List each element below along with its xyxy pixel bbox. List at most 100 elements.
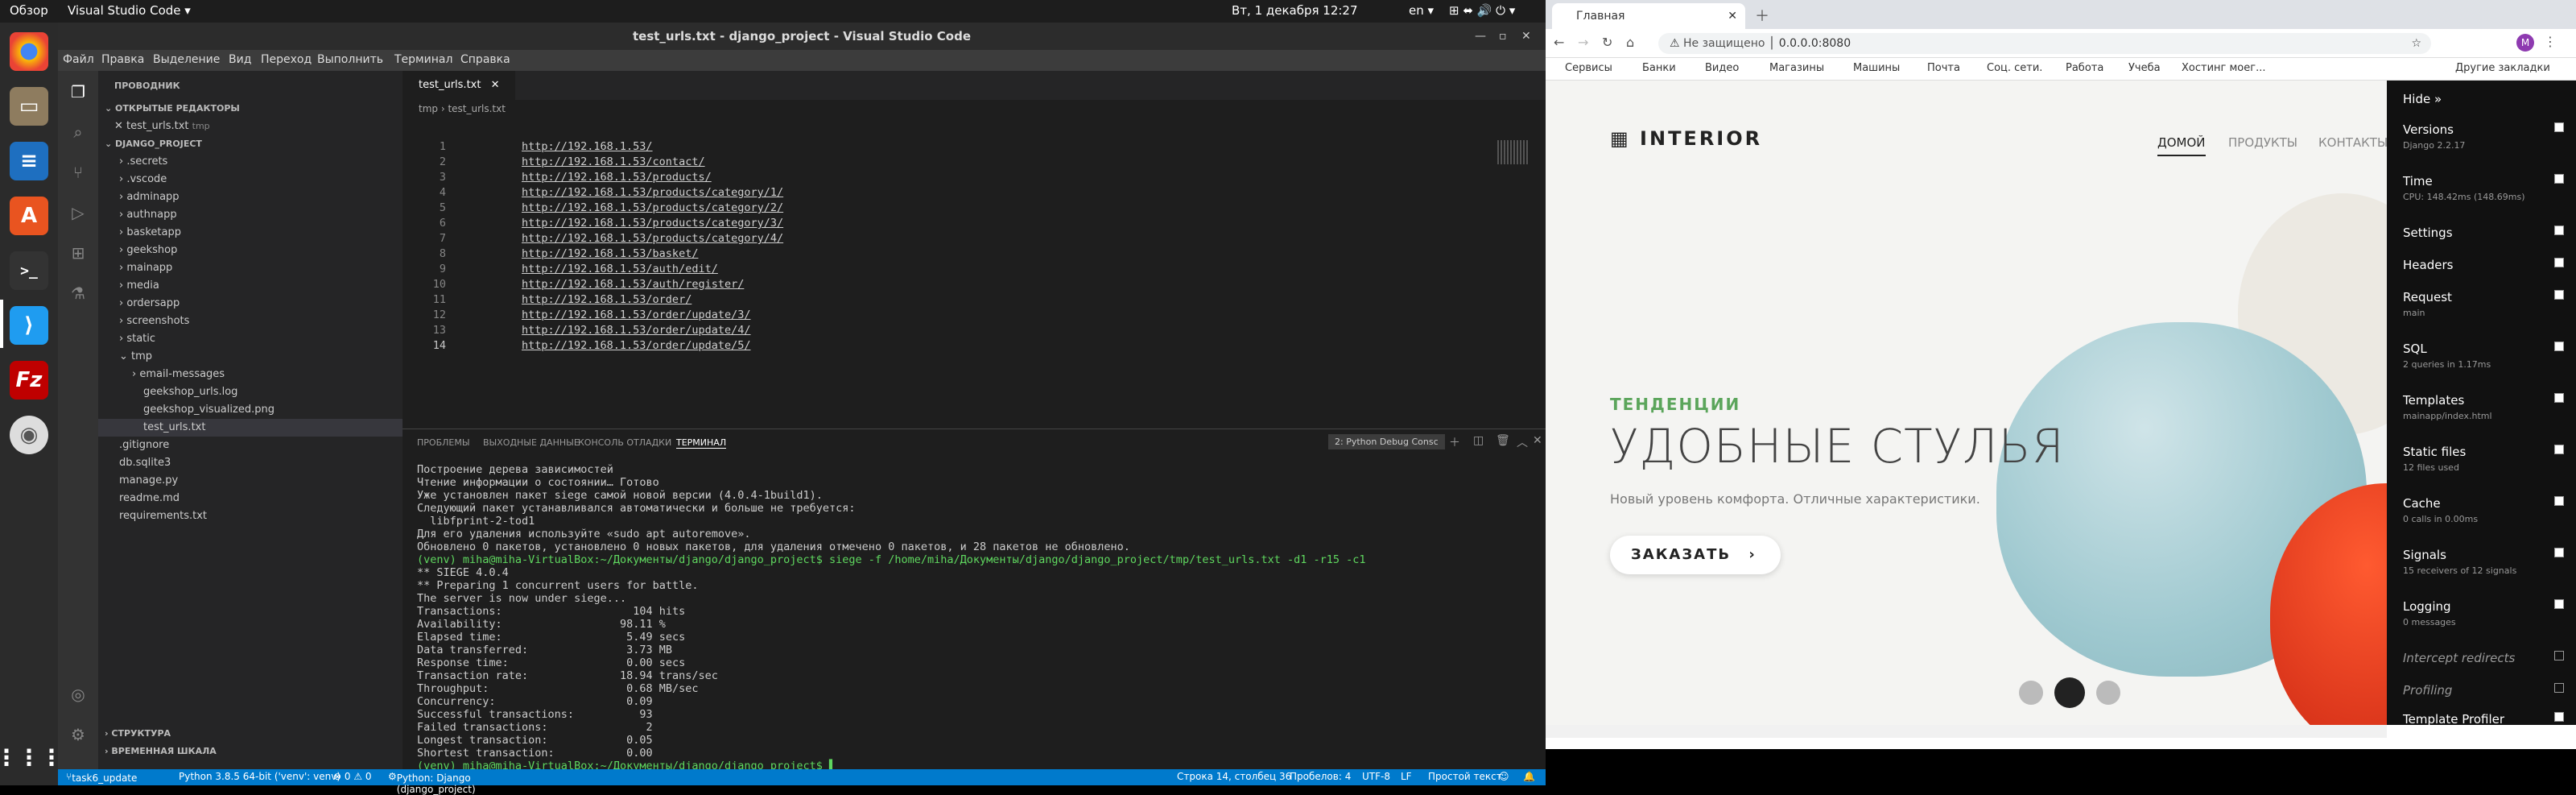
- libreoffice-writer-icon[interactable]: ≡: [10, 142, 48, 180]
- djdt-panel-signals[interactable]: Signals 15 receivers of 12 signals: [2403, 548, 2564, 576]
- djdt-panel-sql[interactable]: SQL 2 queries in 1.17ms: [2403, 342, 2564, 370]
- tree-item[interactable]: › email-messages: [132, 366, 436, 383]
- tree-item[interactable]: › .secrets: [119, 153, 423, 171]
- terminal-icon[interactable]: >_: [10, 251, 48, 290]
- tree-item[interactable]: › static: [119, 330, 423, 348]
- new-terminal-icon[interactable]: ＋: [1449, 434, 1460, 450]
- djdt-panel-headers[interactable]: Headers: [2403, 258, 2564, 272]
- tree-file-selected[interactable]: test_urls.txt: [98, 419, 402, 437]
- encoding[interactable]: UTF-8: [1362, 771, 1390, 782]
- tree-file[interactable]: manage.py: [119, 472, 423, 490]
- tree-item[interactable]: › mainapp: [119, 259, 423, 277]
- cursor-position[interactable]: Строка 14, столбец 36: [1177, 771, 1291, 782]
- code-line[interactable]: http://192.168.1.53/products/category/3/: [522, 217, 783, 230]
- code-line[interactable]: http://192.168.1.53/products/: [522, 171, 712, 184]
- bookmark-item[interactable]: Банки: [1642, 62, 1676, 74]
- menu-terminal[interactable]: Терминал: [394, 53, 452, 66]
- tree-folder-open[interactable]: ⌄ tmp: [119, 348, 423, 366]
- djdt-panel-templates[interactable]: Templates mainapp/index.html: [2403, 393, 2564, 421]
- menu-view[interactable]: Вид: [229, 53, 251, 66]
- djdt-checkbox[interactable]: [2554, 712, 2564, 722]
- djdt-hide-button[interactable]: Hide »: [2403, 92, 2564, 106]
- feedback-icon[interactable]: ☺: [1499, 771, 1509, 782]
- explorer-icon[interactable]: ❐: [68, 82, 88, 101]
- djdt-checkbox[interactable]: [2554, 174, 2564, 184]
- bookmark-item[interactable]: Магазины: [1769, 62, 1824, 74]
- clock[interactable]: Вт, 1 декабря 12:27: [1232, 3, 1358, 18]
- djdt-checkbox[interactable]: [2554, 122, 2564, 132]
- account-icon[interactable]: ◎: [68, 685, 88, 704]
- menu-go[interactable]: Переход: [261, 53, 312, 66]
- djdt-panel-logging[interactable]: Logging 0 messages: [2403, 599, 2564, 627]
- maximize-button[interactable]: ▫: [1499, 23, 1507, 50]
- software-center-icon[interactable]: A: [10, 197, 48, 235]
- tab-debug-console[interactable]: КОНСОЛЬ ОТЛАДКИ: [578, 437, 671, 448]
- menu-help[interactable]: Справка: [460, 53, 510, 66]
- tree-item[interactable]: › geekshop: [119, 242, 423, 259]
- djdt-checkbox[interactable]: [2554, 496, 2564, 506]
- close-panel-icon[interactable]: ✕: [1533, 434, 1542, 447]
- djdt-checkbox[interactable]: [2554, 393, 2564, 403]
- code-line[interactable]: http://192.168.1.53/auth/register/: [522, 278, 744, 291]
- djdt-checkbox[interactable]: [2554, 651, 2564, 660]
- project-section[interactable]: ⌄ DJANGO_PROJECT: [105, 135, 409, 153]
- djdt-panel-template-profiler[interactable]: Template Profiler: [2403, 712, 2564, 727]
- bookmark-item[interactable]: Учеба: [2128, 62, 2161, 74]
- djdt-checkbox[interactable]: [2554, 599, 2564, 609]
- djdt-panel-profiling[interactable]: Profiling: [2403, 683, 2564, 698]
- active-app-menu[interactable]: Visual Studio Code ▾: [68, 3, 191, 18]
- bookmark-item[interactable]: Хостинг моег...: [2182, 62, 2265, 74]
- tree-item[interactable]: › screenshots: [119, 313, 423, 330]
- code-line[interactable]: http://192.168.1.53/: [522, 140, 653, 153]
- avatar[interactable]: M: [2516, 34, 2534, 52]
- open-editor-item[interactable]: ✕ test_urls.txt tmp: [114, 118, 419, 135]
- djdt-panel-time[interactable]: Time CPU: 148.42ms (148.69ms): [2403, 174, 2564, 202]
- filezilla-icon[interactable]: Fz: [10, 361, 48, 400]
- terminal-output[interactable]: Построение дерева зависимостей Чтение инф…: [417, 463, 1366, 772]
- tree-item[interactable]: › basketapp: [119, 224, 423, 242]
- files-icon[interactable]: ▭: [10, 87, 48, 126]
- djdt-checkbox[interactable]: [2554, 548, 2564, 557]
- slider-dot-active[interactable]: [2054, 677, 2085, 708]
- trash-icon[interactable]: 🗑: [1496, 434, 1510, 447]
- slider-dot[interactable]: [2019, 681, 2043, 705]
- code-line[interactable]: http://192.168.1.53/auth/edit/: [522, 263, 718, 275]
- menu-run[interactable]: Выполнить: [317, 53, 383, 66]
- tab-problems[interactable]: ПРОБЛЕМЫ: [417, 437, 470, 448]
- bookmark-item[interactable]: Видео: [1705, 62, 1739, 74]
- bookmark-item[interactable]: Работа: [2066, 62, 2103, 74]
- slider-dot[interactable]: [2096, 681, 2120, 705]
- code-line[interactable]: http://192.168.1.53/order/update/5/: [522, 339, 750, 352]
- close-tab-icon[interactable]: ✕: [1728, 3, 1737, 29]
- system-tray[interactable]: ⊞ ⬌ 🔊 ⏻ ▾: [1449, 3, 1515, 18]
- nav-home[interactable]: ДОМОЙ: [2157, 135, 2206, 156]
- close-window-button[interactable]: ✕: [1521, 23, 1531, 50]
- nav-products[interactable]: ПРОДУКТЫ: [2228, 135, 2297, 150]
- tree-file[interactable]: readme.md: [119, 490, 423, 507]
- chrome-icon[interactable]: [10, 32, 48, 71]
- djdt-panel-static[interactable]: Static files 12 files used: [2403, 445, 2564, 473]
- bookmark-item[interactable]: Почта: [1927, 62, 1960, 74]
- browser-menu-icon[interactable]: ⋮: [2544, 34, 2557, 49]
- djdt-checkbox[interactable]: [2554, 226, 2564, 235]
- djdt-checkbox[interactable]: [2554, 683, 2564, 693]
- bookmark-item[interactable]: Сервисы: [1565, 62, 1612, 74]
- code-line[interactable]: http://192.168.1.53/order/: [522, 293, 691, 306]
- branch-indicator[interactable]: ⑂ task6_update: [66, 771, 137, 784]
- code-line[interactable]: http://192.168.1.53/products/category/4/: [522, 232, 783, 245]
- open-editors-section[interactable]: ⌄ ОТКРЫТЫЕ РЕДАКТОРЫ: [105, 100, 409, 118]
- python-interpreter[interactable]: Python 3.8.5 64-bit ('venv': venv): [179, 771, 341, 782]
- search-icon[interactable]: ⌕: [68, 122, 88, 142]
- settings-gear-icon[interactable]: ⚙: [68, 725, 88, 744]
- close-tab-icon[interactable]: ✕: [491, 79, 500, 91]
- code-editor[interactable]: 1 http://192.168.1.53/ 2 http://192.168.1.…: [402, 118, 1546, 429]
- tree-file[interactable]: .gitignore: [119, 437, 423, 454]
- order-button[interactable]: ЗАКАЗАТЬ ›: [1610, 536, 1781, 574]
- source-control-icon[interactable]: ⑂: [68, 163, 88, 182]
- djdt-panel-versions[interactable]: Versions Django 2.2.17: [2403, 122, 2564, 151]
- djdt-checkbox[interactable]: [2554, 290, 2564, 300]
- nav-contacts[interactable]: КОНТАКТЫ: [2318, 135, 2387, 150]
- problems-indicator[interactable]: ⊗ 0 ⚠ 0: [333, 771, 372, 782]
- menu-selection[interactable]: Выделение: [153, 53, 220, 66]
- menu-file[interactable]: Файл: [63, 53, 94, 66]
